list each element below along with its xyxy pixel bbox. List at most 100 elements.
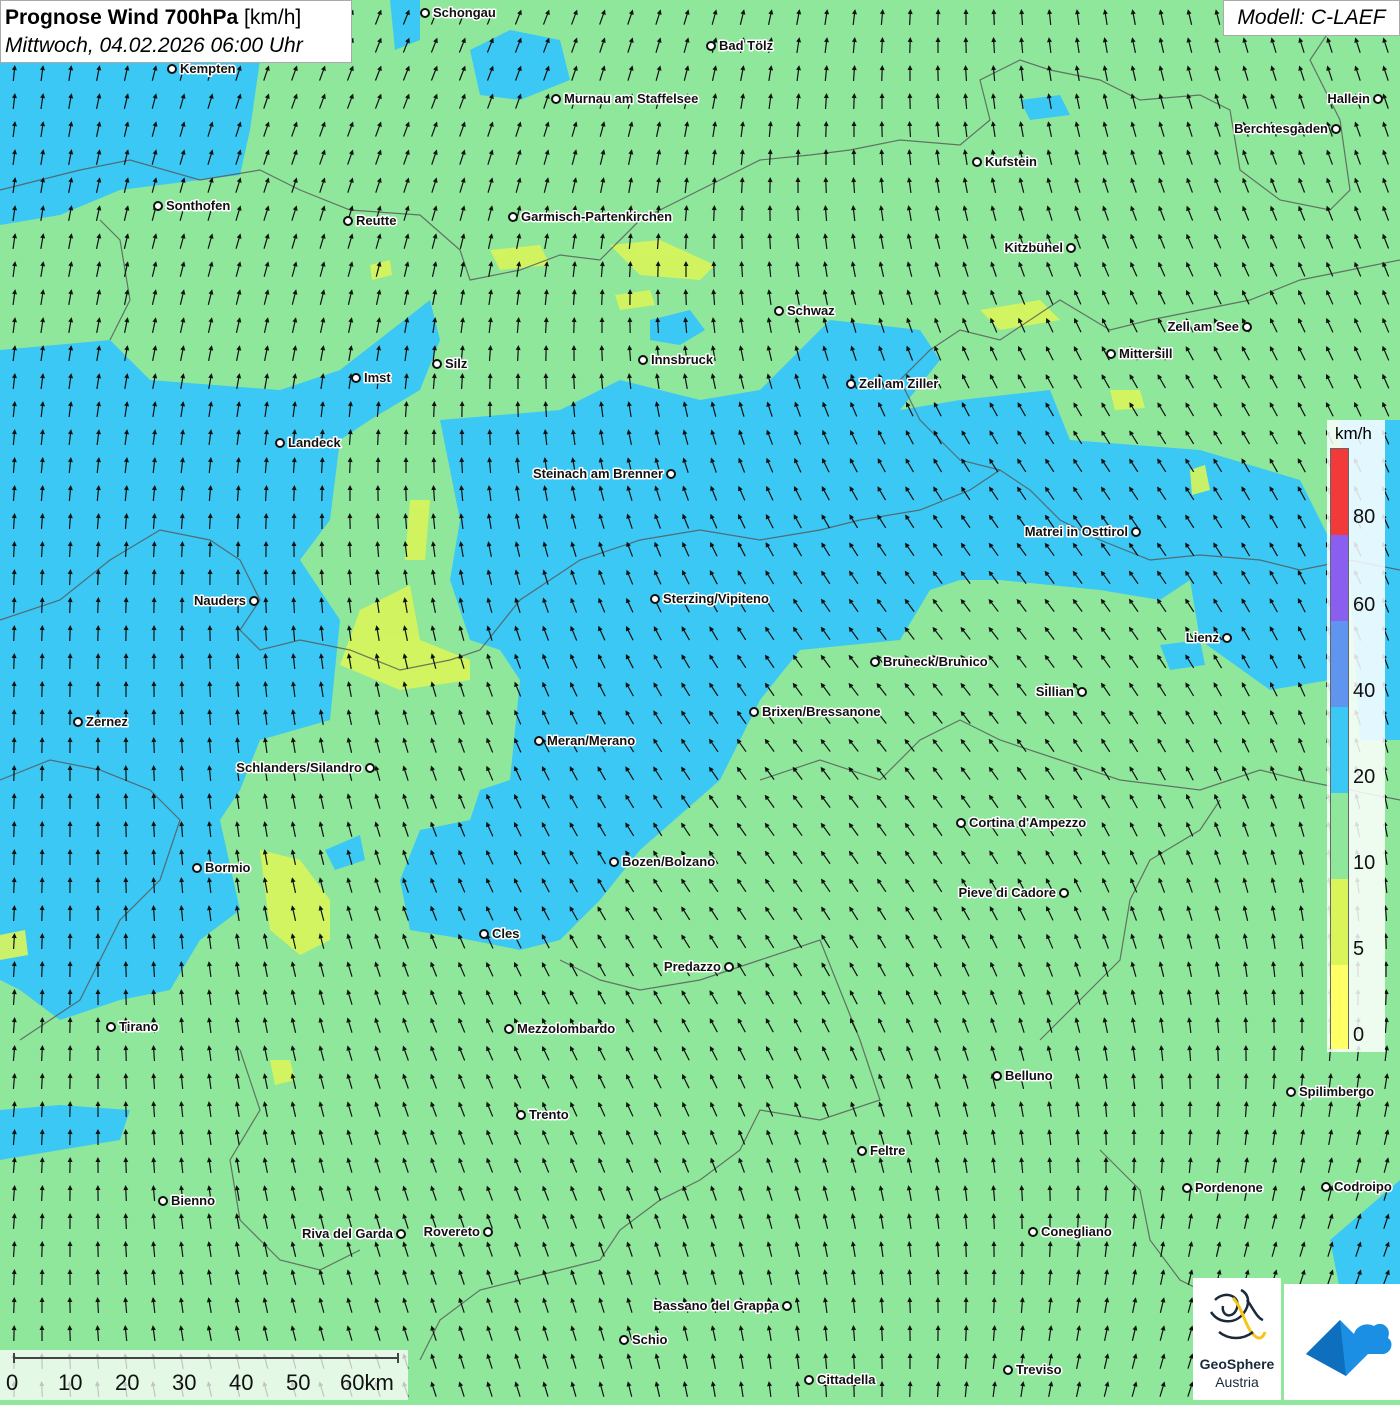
city-marker[interactable]: Zell am Ziller [847,376,938,391]
city-label: Imst [364,370,391,385]
model-label: Modell: C-LAEF [1223,0,1400,36]
city-dot [509,213,517,221]
city-marker[interactable]: Mezzolombardo [505,1021,615,1036]
city-dot [858,1147,866,1155]
legend-tick-80: 80 [1353,506,1375,529]
city-marker[interactable]: Sterzing/Vipiteno [651,591,769,606]
city-label: Sterzing/Vipiteno [663,591,769,606]
city-dot [421,9,429,17]
city-label: Matrei in Osttirol [1025,524,1128,539]
title-box: Prognose Wind 700hPa [km/h] Mittwoch, 04… [0,0,352,63]
city-dot [1132,528,1140,536]
weather-app-logo[interactable] [1284,1284,1400,1400]
city-dot [154,202,162,210]
city-marker[interactable]: Bozen/Bolzano [610,854,715,869]
city-marker[interactable]: Zell am See [1167,319,1251,334]
wind-map[interactable]: SchongauKemptenBad TölzMurnau am Staffel… [0,0,1400,1400]
city-label: Lienz [1186,630,1220,645]
legend-color-segment [1331,793,1348,879]
city-label: Cortina d'Ampezzo [969,815,1086,830]
geosphere-swirl-icon [1193,1278,1281,1356]
city-marker[interactable]: Riva del Garda [302,1226,405,1241]
city-label: Spilimbergo [1299,1084,1374,1099]
city-label: Trento [529,1107,569,1122]
legend-tick-60: 60 [1353,594,1375,617]
scale-label-60km: 60km [340,1370,394,1396]
city-dot [725,963,733,971]
city-marker[interactable]: Conegliano [1029,1224,1112,1239]
city-dot [517,1111,525,1119]
city-dot [1060,889,1068,897]
city-dot [1078,688,1086,696]
city-label: Meran/Merano [547,733,635,748]
city-dot [1004,1366,1012,1374]
city-marker[interactable]: Cortina d'Ampezzo [957,815,1086,830]
city-dot [1067,244,1075,252]
city-label: Cles [492,926,519,941]
city-label: Zell am Ziller [859,376,938,391]
city-label: Treviso [1016,1362,1062,1377]
city-dot [651,595,659,603]
city-label: Berchtesgaden [1234,121,1328,136]
city-label: Mittersill [1119,346,1172,361]
city-label: Mezzolombardo [517,1021,615,1036]
city-dot [1223,634,1231,642]
city-dot [783,1302,791,1310]
city-label: Schwaz [787,303,835,318]
city-label: Hallein [1327,91,1370,106]
city-label: Tirano [119,1019,159,1034]
scale-label-40: 40 [229,1370,253,1396]
city-dot [973,158,981,166]
legend-color-segment [1331,535,1348,621]
city-label: Pieve di Cadore [958,885,1056,900]
city-marker[interactable]: Berchtesgaden [1234,121,1340,136]
city-label: Kufstein [985,154,1037,169]
city-dot [168,65,176,73]
city-label: Kempten [180,61,236,76]
city-dot [193,864,201,872]
city-marker[interactable]: Murnau am Staffelsee [552,91,698,106]
city-dot [433,360,441,368]
city-label: Brixen/Bressanone [762,704,881,719]
city-marker[interactable]: Schlanders/Silandro [236,760,374,775]
scale-label-50: 50 [286,1370,310,1396]
city-marker[interactable]: Bruneck/Brunico [871,654,988,669]
legend-colorbar [1330,448,1349,1049]
city-dot [750,708,758,716]
city-marker[interactable]: Schongau [421,5,496,20]
city-dot [250,597,258,605]
city-dot [1374,95,1382,103]
city-label: Conegliano [1041,1224,1112,1239]
city-marker[interactable]: Innsbruck [639,352,714,367]
city-dot [344,217,352,225]
city-marker[interactable]: Meran/Merano [535,733,635,748]
city-dot [159,1197,167,1205]
title-main: Prognose Wind 700hPa [5,6,238,29]
city-marker[interactable]: Pordenone [1183,1180,1263,1195]
city-dot [1243,323,1251,331]
geosphere-logo[interactable]: GeoSphere Austria [1193,1278,1281,1400]
city-marker[interactable]: Garmisch-Partenkirchen [509,209,672,224]
city-dot [1107,350,1115,358]
city-dot [805,1376,813,1384]
city-marker[interactable]: Steinach am Brenner [533,466,675,481]
city-label: Sonthofen [166,198,230,213]
city-dot [775,307,783,315]
city-label: Nauders [194,593,246,608]
legend-tick-5: 5 [1353,938,1364,961]
city-dot [993,1072,1001,1080]
city-marker[interactable]: Bassano del Grappa [653,1298,791,1313]
city-label: Bassano del Grappa [653,1298,779,1313]
city-label: Innsbruck [651,352,714,367]
city-marker[interactable]: Brixen/Bressanone [750,704,881,719]
city-dot [107,1023,115,1031]
city-dot [707,42,715,50]
city-marker[interactable]: Spilimbergo [1287,1084,1374,1099]
city-marker[interactable]: Sonthofen [154,198,230,213]
legend-tick-0: 0 [1353,1024,1364,1047]
city-marker[interactable]: Matrei in Osttirol [1025,524,1140,539]
city-marker[interactable]: Pieve di Cadore [958,885,1068,900]
city-dot [847,380,855,388]
legend-color-segment [1331,965,1348,1049]
city-dot [639,356,647,364]
